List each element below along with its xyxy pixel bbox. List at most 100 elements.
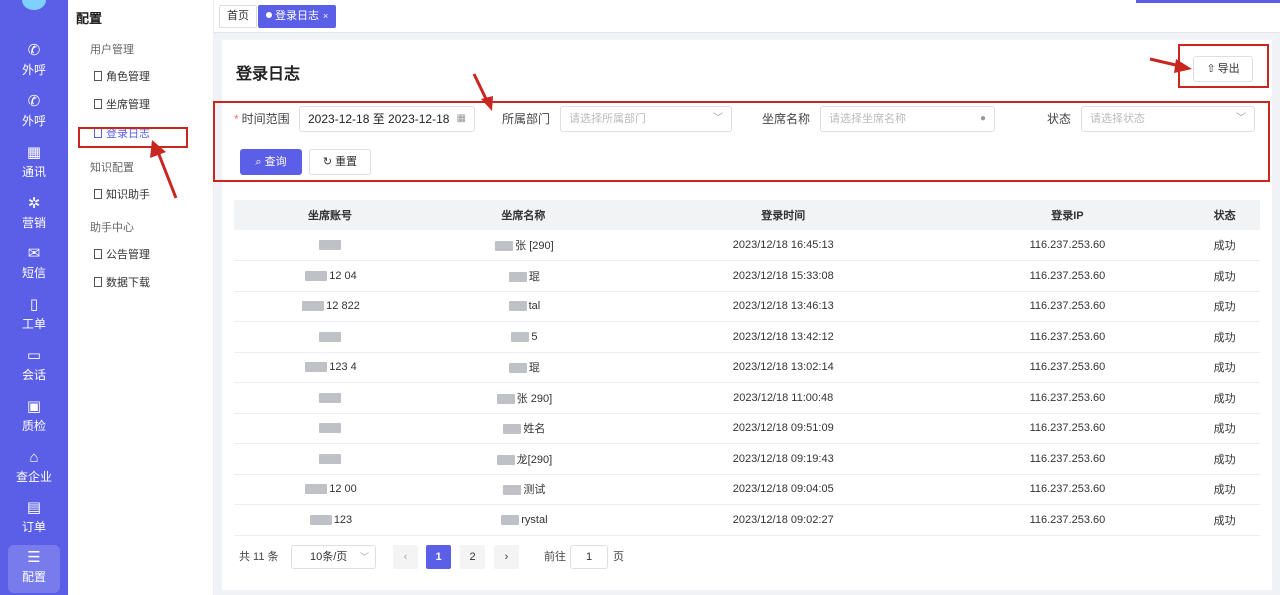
cell-login-ip: 116.237.253.60 [945, 291, 1190, 322]
cell-status: 成功 [1189, 504, 1260, 536]
column-header: 登录时间 [620, 200, 946, 230]
cell-login-time-text: 2023/12/18 15:33:08 [732, 269, 834, 282]
cell-login-time: 2023/12/18 16:45:13 [620, 230, 946, 261]
subnav-item-knowledge-assistant[interactable]: 知识助手 [94, 187, 150, 203]
rail-item-label: 会话 [21, 368, 46, 382]
cell-login-ip: 116.237.253.60 [945, 230, 1190, 261]
rail-item-contacts[interactable]: ▦ 通讯 [0, 140, 68, 188]
page-title: 登录日志 [236, 66, 301, 83]
page-size-select[interactable]: 10条/页 ﹀ [291, 545, 376, 569]
rail-item-chat[interactable]: ▭ 会话 [0, 343, 68, 391]
rail-item-outbound-2[interactable]: ✆ 外呼 [0, 89, 68, 137]
document-icon [94, 277, 102, 287]
phone-outgoing-icon: ✆ [27, 42, 41, 59]
cell-account: 12 04 [234, 260, 426, 292]
prev-page-button[interactable]: ‹ [393, 545, 418, 569]
redacted-mask [508, 363, 527, 374]
cell-login-ip: 116.237.253.60 [945, 504, 1190, 536]
cell-login-ip: 116.237.253.60 [945, 413, 1190, 444]
cell-seat-name: 5 [426, 321, 621, 353]
cell-status-text: 成功 [1213, 362, 1236, 375]
goto-label: 前往 [544, 551, 566, 563]
tab-login-log[interactable]: 登录日志 × [258, 5, 337, 28]
phone-outgoing-icon: ✆ [27, 93, 41, 110]
redacted-mask [319, 423, 341, 434]
marketing-icon: ✲ [27, 195, 41, 212]
chevron-right-icon: › [504, 551, 509, 563]
cell-status-text: 成功 [1213, 270, 1236, 283]
redacted-mask [319, 392, 341, 403]
contacts-icon: ▦ [26, 144, 42, 161]
subnav-item-roles[interactable]: 角色管理 [94, 69, 150, 85]
close-icon[interactable]: × [323, 11, 328, 21]
building-icon: ⌂ [29, 449, 39, 466]
cell-login-time-text: 2023/12/18 13:02:14 [732, 361, 834, 374]
chevron-left-icon: ‹ [403, 551, 408, 563]
settings-subnav: 配置 用户管理 角色管理 坐席管理 登录日志 知识配置 知识助手 助手中心 公告… [68, 0, 214, 595]
main-rail: ✆ 外呼 ✆ 外呼 ▦ 通讯 ✲ 营销 ✉ 短信 ▯ 工单 ▭ 会话 ▣ 质检 … [0, 0, 68, 595]
cell-seat-name-text: 张 [290] [515, 240, 554, 252]
table-body: 张 [290] 2023/12/18 16:45:13 116.237.253.60… [234, 230, 1260, 536]
cell-status: 成功 [1189, 443, 1260, 475]
cell-login-time-text: 2023/12/18 13:42:12 [732, 330, 834, 343]
cell-login-ip-text: 116.237.253.60 [1029, 452, 1106, 465]
cell-account-text: 123 [333, 513, 353, 526]
cell-login-ip: 116.237.253.60 [945, 352, 1190, 383]
cell-account [234, 230, 426, 261]
cell-account: 12 00 [234, 474, 426, 505]
page-button-1[interactable]: 1 [426, 545, 451, 569]
page-button-2[interactable]: 2 [460, 545, 485, 569]
cell-login-time-text: 2023/12/18 09:51:09 [732, 422, 834, 435]
cell-account [234, 321, 426, 353]
redacted-mask [501, 514, 520, 525]
cell-login-time: 2023/12/18 15:33:08 [620, 260, 946, 292]
cell-status-text: 成功 [1213, 301, 1236, 314]
rail-item-tickets[interactable]: ▯ 工单 [0, 292, 68, 340]
cell-login-time: 2023/12/18 13:46:13 [620, 291, 946, 322]
cell-seat-name-text: 姓名 [523, 423, 546, 436]
cell-login-ip: 116.237.253.60 [945, 443, 1190, 475]
subnav-item-label: 公告管理 [106, 249, 150, 261]
table-row: 123 4 琨 2023/12/18 13:02:14 116.237.253.60 成… [234, 352, 1260, 383]
table-row: 5 2023/12/18 13:42:12 116.237.253.60 成功 [234, 321, 1260, 353]
rail-item-company[interactable]: ⌂ 查企业 [0, 445, 68, 493]
login-log-table: 坐席账号 坐席名称 登录时间 登录IP 状态 张 [290] 2023/12/18… [234, 200, 1260, 536]
chat-icon: ▭ [26, 347, 42, 364]
annotation-box-filters [213, 101, 1270, 182]
cell-login-time-text: 2023/12/18 09:02:27 [732, 513, 834, 526]
cell-seat-name: 龙[290] [426, 443, 621, 475]
rail-item-orders[interactable]: ▤ 订单 [0, 495, 68, 543]
redacted-mask [305, 270, 328, 281]
goto-page-input[interactable]: 1 [570, 545, 608, 569]
clipboard-icon: ▯ [29, 296, 39, 313]
rail-item-label: 订单 [21, 520, 46, 534]
cell-login-time: 2023/12/18 09:02:27 [620, 504, 946, 536]
subnav-group-assistant: 助手中心 [90, 222, 134, 234]
subnav-item-announcements[interactable]: 公告管理 [94, 247, 150, 263]
cell-login-ip-text: 116.237.253.60 [1029, 361, 1106, 374]
rail-item-label: 通讯 [21, 165, 46, 179]
goto-suffix: 页 [613, 551, 624, 563]
cell-login-time: 2023/12/18 09:04:05 [620, 474, 946, 505]
cell-login-ip-text: 116.237.253.60 [1029, 422, 1106, 435]
cell-seat-name-text: 5 [531, 330, 538, 343]
cell-account [234, 443, 426, 475]
redacted-mask [319, 453, 341, 464]
cell-seat-name-text: 琨 [528, 362, 540, 375]
subnav-title: 配置 [76, 11, 103, 26]
sms-icon: ✉ [27, 245, 41, 262]
next-page-button[interactable]: › [494, 545, 519, 569]
table-row: 12 822 tal 2023/12/18 13:46:13 116.237.253.… [234, 291, 1260, 322]
rail-item-settings[interactable]: ☰ 配置 [8, 545, 60, 593]
cell-seat-name-text: 龙[290] [516, 453, 553, 466]
document-icon [94, 99, 102, 109]
rail-item-quality[interactable]: ▣ 质检 [0, 394, 68, 442]
rail-item-marketing[interactable]: ✲ 营销 [0, 191, 68, 239]
tab-home[interactable]: 首页 [219, 5, 257, 28]
cell-login-ip: 116.237.253.60 [945, 321, 1190, 353]
cell-login-ip-text: 116.237.253.60 [1029, 391, 1106, 404]
rail-item-sms[interactable]: ✉ 短信 [0, 241, 68, 289]
subnav-item-seats[interactable]: 坐席管理 [94, 97, 150, 113]
subnav-item-data-download[interactable]: 数据下载 [94, 275, 150, 291]
rail-item-outbound-1[interactable]: ✆ 外呼 [0, 38, 68, 86]
